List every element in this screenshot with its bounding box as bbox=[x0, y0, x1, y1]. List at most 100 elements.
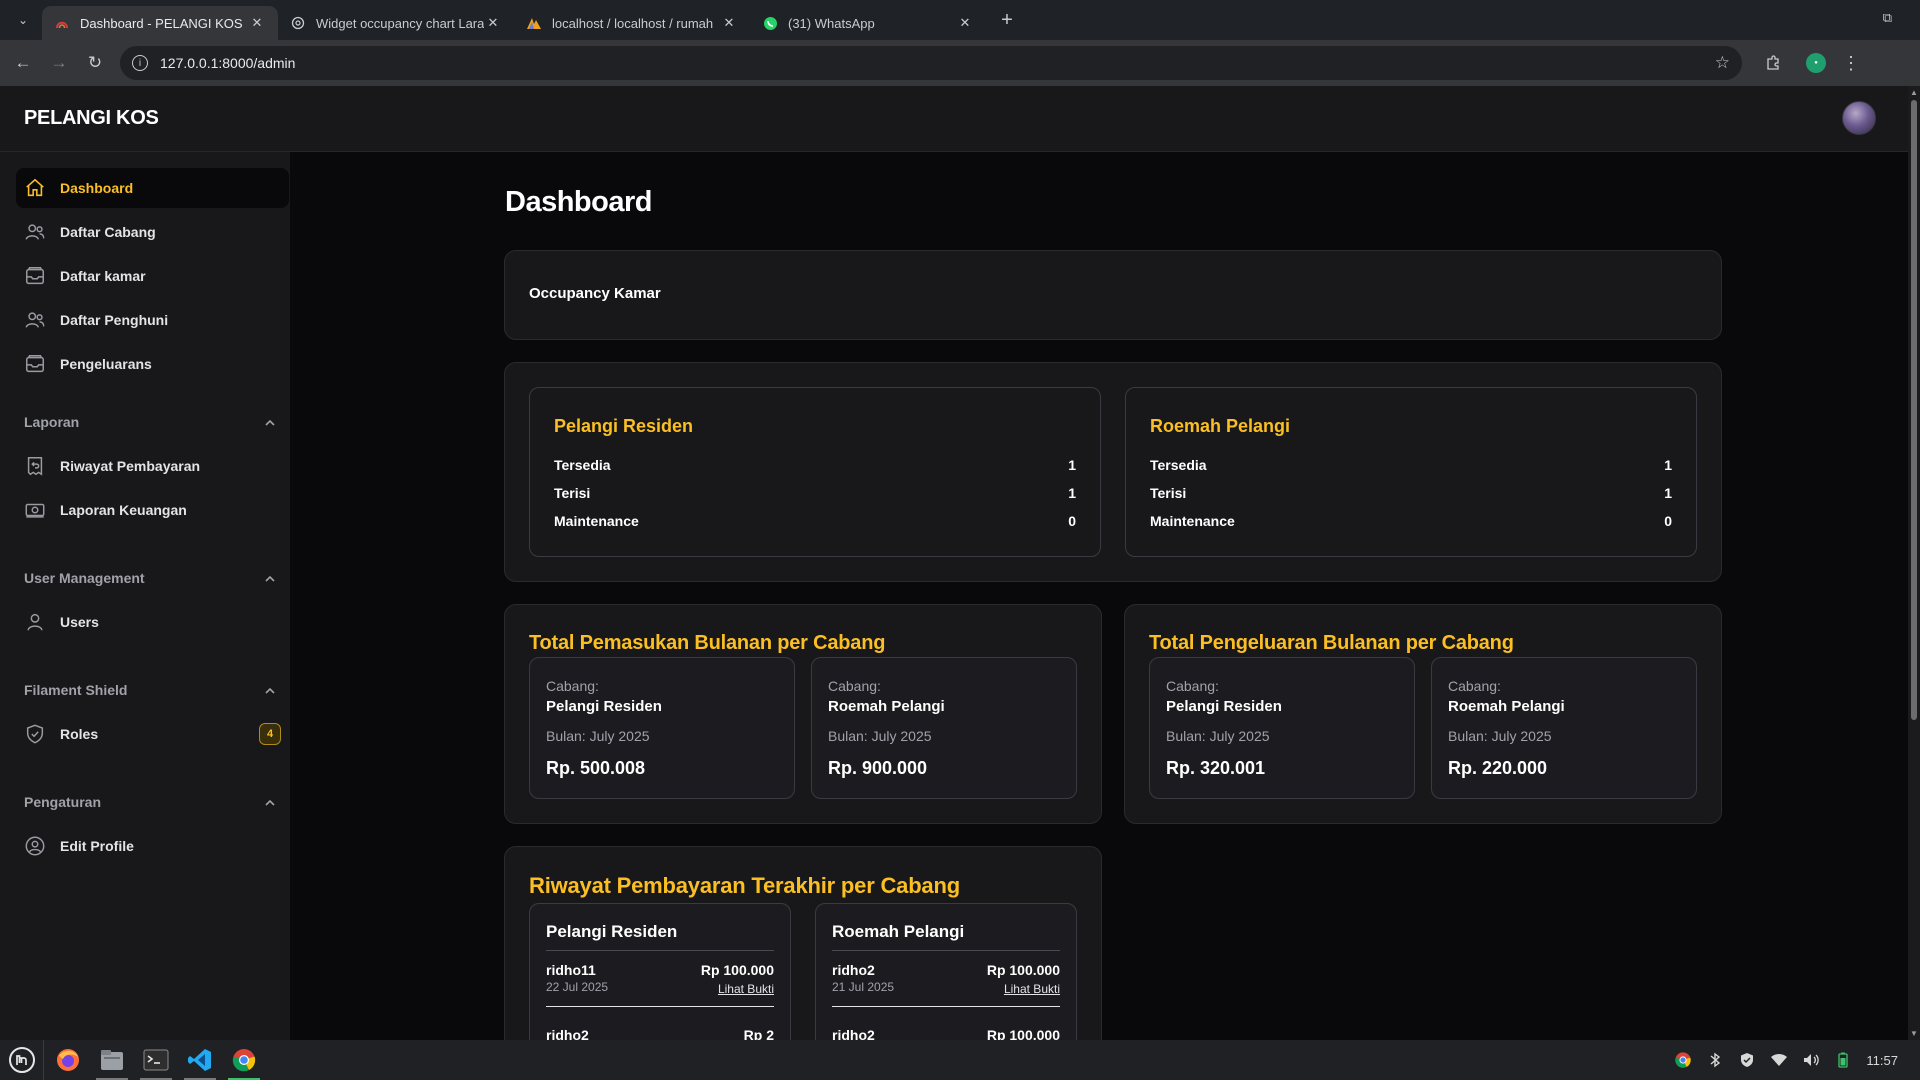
volume-icon[interactable] bbox=[1802, 1051, 1820, 1069]
section-title: Total Pemasukan Bulanan per Cabang bbox=[529, 632, 886, 654]
tab-phpmyadmin[interactable]: localhost / localhost / rumah ✕ bbox=[514, 6, 750, 40]
tab-title: Widget occupancy chart Lara bbox=[316, 15, 484, 31]
pelangi-favicon bbox=[54, 15, 70, 31]
sidebar-item-roles[interactable]: Roles 4 bbox=[16, 714, 289, 754]
branch-name: Pelangi Residen bbox=[1166, 698, 1282, 715]
start-menu-icon[interactable] bbox=[0, 1040, 44, 1080]
topbar: PELANGI KOS bbox=[0, 86, 1908, 152]
payment-date: 21 Jul 2025 bbox=[832, 980, 895, 994]
recent-payments-card: Riwayat Pembayaran Terakhir per Cabang P… bbox=[504, 846, 1102, 1040]
sidebar-item-daftar-cabang[interactable]: Daftar Cabang bbox=[16, 212, 289, 252]
view-proof-link[interactable]: Lihat Bukti bbox=[718, 982, 774, 996]
close-tab-icon[interactable]: ✕ bbox=[720, 15, 738, 31]
sidebar-item-edit-profile[interactable]: Edit Profile bbox=[16, 826, 289, 866]
page-scrollbar[interactable]: ▲ ▼ bbox=[1908, 86, 1920, 1040]
address-bar[interactable]: i 127.0.0.1:8000/admin ☆ bbox=[120, 46, 1742, 80]
files-icon[interactable] bbox=[92, 1040, 132, 1080]
site-info-icon[interactable]: i bbox=[132, 55, 148, 71]
sidebar: Dashboard Daftar Cabang Daftar kamar Daf… bbox=[0, 152, 290, 1040]
sidebar-item-daftar-penghuni[interactable]: Daftar Penghuni bbox=[16, 300, 289, 340]
sidebar-item-laporan-keuangan[interactable]: Laporan Keuangan bbox=[16, 490, 289, 530]
stat-row: Terisi 1 bbox=[1150, 485, 1672, 501]
sidebar-item-users[interactable]: Users bbox=[16, 602, 289, 642]
stat-value: 1 bbox=[1068, 485, 1076, 501]
restore-window-icon[interactable]: ⧉ bbox=[1883, 10, 1892, 26]
sidebar-item-label: Roles bbox=[60, 726, 99, 742]
chevron-up-icon[interactable] bbox=[264, 414, 276, 430]
close-tab-icon[interactable]: ✕ bbox=[484, 15, 502, 31]
sidebar-item-dashboard[interactable]: Dashboard bbox=[16, 168, 289, 208]
chevron-up-icon[interactable] bbox=[264, 682, 276, 698]
stat-value: 1 bbox=[1068, 457, 1076, 473]
stat-value: 0 bbox=[1664, 513, 1672, 529]
occupancy-stats-card: Pelangi Residen Tersedia 1 Terisi 1 Main… bbox=[504, 362, 1722, 582]
reload-icon[interactable]: ↻ bbox=[78, 46, 112, 80]
tab-widget-occupancy[interactable]: Widget occupancy chart Lara ✕ bbox=[278, 6, 514, 40]
nav-group-filament-shield[interactable]: Filament Shield bbox=[24, 682, 280, 698]
extensions-icon[interactable] bbox=[1756, 46, 1790, 80]
occupancy-branch-card: Roemah Pelangi Tersedia 1 Terisi 1 Maint… bbox=[1125, 387, 1697, 557]
vscode-icon[interactable] bbox=[180, 1040, 220, 1080]
month-label: Bulan: July 2025 bbox=[1166, 728, 1270, 744]
income-branch-card: Cabang: Roemah Pelangi Bulan: July 2025 … bbox=[811, 657, 1077, 799]
wifi-icon[interactable] bbox=[1770, 1051, 1788, 1069]
view-proof-link[interactable]: Lihat Bukti bbox=[1004, 982, 1060, 996]
os-taskbar: 11:57 bbox=[0, 1040, 1920, 1080]
nav-group-user-management[interactable]: User Management bbox=[24, 570, 280, 586]
sidebar-item-riwayat-pembayaran[interactable]: Riwayat Pembayaran bbox=[16, 446, 289, 486]
battery-icon[interactable] bbox=[1834, 1051, 1852, 1069]
close-tab-icon[interactable]: ✕ bbox=[956, 15, 974, 31]
nav-group-pengaturan[interactable]: Pengaturan bbox=[24, 794, 280, 810]
tab-dashboard[interactable]: Dashboard - PELANGI KOS ✕ bbox=[42, 6, 278, 40]
branch-name: Pelangi Residen bbox=[554, 416, 694, 436]
monthly-income-card: Total Pemasukan Bulanan per Cabang Caban… bbox=[504, 604, 1102, 824]
chrome-icon[interactable] bbox=[224, 1040, 264, 1080]
users-icon bbox=[24, 221, 46, 243]
occupancy-title: Occupancy Kamar bbox=[529, 285, 661, 302]
tab-title: Dashboard - PELANGI KOS bbox=[80, 15, 243, 31]
payer-name: ridho11 bbox=[546, 962, 596, 978]
globe-icon bbox=[290, 15, 306, 31]
tab-whatsapp[interactable]: (31) WhatsApp ✕ bbox=[750, 6, 986, 40]
payment-amount: Rp 100.000 bbox=[986, 962, 1060, 978]
forward-icon[interactable]: → bbox=[42, 46, 76, 80]
tab-search-button[interactable]: ⌄ bbox=[8, 5, 38, 35]
inbox-icon bbox=[24, 265, 46, 287]
tab-title: localhost / localhost / rumah bbox=[552, 15, 714, 31]
branch-label: Cabang: bbox=[1166, 678, 1219, 694]
chevron-up-icon[interactable] bbox=[264, 570, 276, 586]
branch-label: Cabang: bbox=[828, 678, 881, 694]
sidebar-item-daftar-kamar[interactable]: Daftar kamar bbox=[16, 256, 289, 296]
sidebar-item-pengeluarans[interactable]: Pengeluarans bbox=[16, 344, 289, 384]
new-tab-button[interactable]: + bbox=[992, 5, 1022, 35]
chevron-up-icon[interactable] bbox=[264, 794, 276, 810]
url-text: 127.0.0.1:8000/admin bbox=[160, 55, 296, 71]
branch-name: Pelangi Residen bbox=[546, 922, 774, 951]
back-icon[interactable]: ← bbox=[6, 46, 40, 80]
shield-tray-icon[interactable] bbox=[1738, 1051, 1756, 1069]
browser-menu-icon[interactable]: ⋮ bbox=[1842, 53, 1860, 74]
browser-tabbar: ⌄ Dashboard - PELANGI KOS ✕ Widget occup… bbox=[0, 0, 1920, 40]
stat-row: Terisi 1 bbox=[554, 485, 1076, 501]
bookmark-star-icon[interactable]: ☆ bbox=[1715, 53, 1730, 73]
income-branch-card: Cabang: Pelangi Residen Bulan: July 2025… bbox=[529, 657, 795, 799]
payment-amount: Rp 100.000 bbox=[986, 1027, 1060, 1040]
close-tab-icon[interactable]: ✕ bbox=[248, 15, 266, 31]
clock[interactable]: 11:57 bbox=[1866, 1053, 1898, 1068]
firefox-icon[interactable] bbox=[48, 1040, 88, 1080]
profile-avatar[interactable]: ● bbox=[1806, 53, 1826, 73]
scrollbar-thumb[interactable] bbox=[1911, 100, 1917, 720]
bluetooth-icon[interactable] bbox=[1706, 1051, 1724, 1069]
brand-logo[interactable]: PELANGI KOS bbox=[24, 107, 159, 130]
whatsapp-icon bbox=[762, 15, 778, 31]
scroll-down-icon[interactable]: ▼ bbox=[1910, 1029, 1918, 1038]
scroll-up-icon[interactable]: ▲ bbox=[1910, 88, 1918, 97]
chrome-tray-icon[interactable] bbox=[1674, 1051, 1692, 1069]
terminal-icon[interactable] bbox=[136, 1040, 176, 1080]
nav-group-laporan[interactable]: Laporan bbox=[24, 414, 280, 430]
user-avatar[interactable] bbox=[1842, 101, 1876, 135]
branch-name: Roemah Pelangi bbox=[1150, 416, 1291, 436]
home-icon bbox=[24, 177, 46, 199]
nav-group-label: Laporan bbox=[24, 414, 80, 430]
sidebar-item-label: Pengeluarans bbox=[60, 356, 152, 372]
